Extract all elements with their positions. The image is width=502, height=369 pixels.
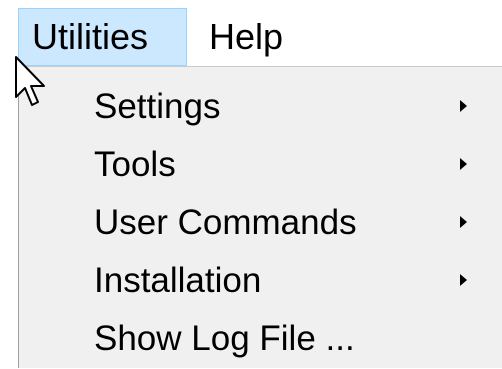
menu-item-settings[interactable]: Settings xyxy=(19,77,502,137)
utilities-dropdown-menu: Settings Tools User Commands Installatio… xyxy=(18,66,502,368)
chevron-right-icon xyxy=(460,158,467,170)
menu-item-tools[interactable]: Tools xyxy=(19,135,502,195)
menu-item-label: User Commands xyxy=(94,203,357,242)
mouse-cursor-icon xyxy=(15,56,45,106)
menu-help[interactable]: Help xyxy=(196,8,306,66)
menu-item-user-commands[interactable]: User Commands xyxy=(19,193,502,253)
menu-item-show-log-file[interactable]: Show Log File ... xyxy=(19,309,502,369)
chevron-right-icon xyxy=(460,100,467,112)
menu-bar: Utilities Help xyxy=(0,0,502,68)
menu-item-installation[interactable]: Installation xyxy=(19,251,502,311)
chevron-right-icon xyxy=(460,274,467,286)
chevron-right-icon xyxy=(460,216,467,228)
menu-item-label: Tools xyxy=(94,145,176,184)
menu-item-label: Settings xyxy=(94,87,221,126)
menu-item-label: Installation xyxy=(94,261,262,300)
menu-item-label: Show Log File ... xyxy=(94,319,355,358)
